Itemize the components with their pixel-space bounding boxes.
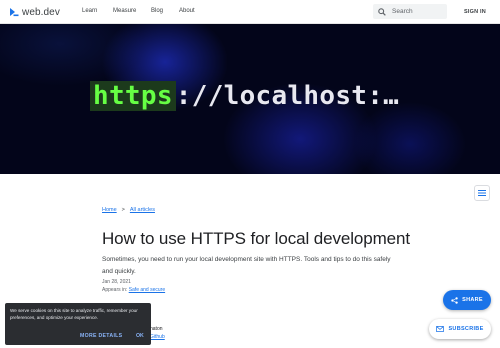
- cookie-more-details-button[interactable]: MORE DETAILS: [80, 333, 122, 339]
- hero-localhost-text: ://localhost:…: [175, 81, 400, 111]
- logo-text: web.dev: [22, 6, 60, 18]
- cookie-text: We serve cookies on this site to analyze…: [10, 308, 138, 320]
- subscribe-button[interactable]: SUBSCRIBE: [429, 319, 491, 339]
- breadcrumb-separator: >: [121, 207, 125, 213]
- subscribe-label: SUBSCRIBE: [448, 326, 484, 332]
- article-description: Sometimes, you need to run your local de…: [102, 256, 391, 275]
- hero-image: https ://localhost:…: [0, 24, 500, 174]
- appears-in: Appears in: Safe and secure: [102, 287, 165, 293]
- mail-icon: [436, 326, 445, 332]
- breadcrumb-home[interactable]: Home: [102, 207, 117, 213]
- nav-blog[interactable]: Blog: [151, 8, 163, 14]
- toc-icon: [478, 190, 486, 196]
- breadcrumb: Home > All articles: [102, 207, 155, 213]
- author-name: naton: [150, 326, 163, 332]
- share-button[interactable]: SHARE: [443, 290, 491, 310]
- search-placeholder: Search: [392, 8, 413, 15]
- appears-in-label: Appears in:: [102, 287, 128, 293]
- web-dev-logo-icon: [10, 8, 19, 17]
- page-title: How to use HTTPS for local development: [102, 229, 411, 248]
- nav-learn[interactable]: Learn: [82, 8, 97, 14]
- sign-in-button[interactable]: SIGN IN: [464, 9, 486, 15]
- cookie-ok-button[interactable]: OK: [136, 333, 144, 339]
- site-logo[interactable]: web.dev: [9, 6, 60, 18]
- share-label: SHARE: [462, 297, 483, 303]
- share-icon: [451, 296, 458, 304]
- appears-in-link[interactable]: Safe and secure: [129, 287, 165, 293]
- cookie-banner: We serve cookies on this site to analyze…: [5, 303, 151, 345]
- nav-about[interactable]: About: [179, 8, 195, 14]
- hero-https-highlight: https: [90, 81, 176, 111]
- toc-button[interactable]: [474, 185, 490, 201]
- search-input[interactable]: Search: [373, 4, 447, 19]
- top-app-bar: web.dev Learn Measure Blog About Search …: [0, 0, 500, 24]
- breadcrumb-all-articles[interactable]: All articles: [130, 207, 155, 213]
- nav-measure[interactable]: Measure: [113, 8, 136, 14]
- author-github-link[interactable]: Github: [150, 334, 165, 340]
- article-date: Jan 28, 2021: [102, 279, 131, 285]
- hero-code-text: https ://localhost:…: [90, 80, 399, 112]
- search-icon: [378, 7, 386, 16]
